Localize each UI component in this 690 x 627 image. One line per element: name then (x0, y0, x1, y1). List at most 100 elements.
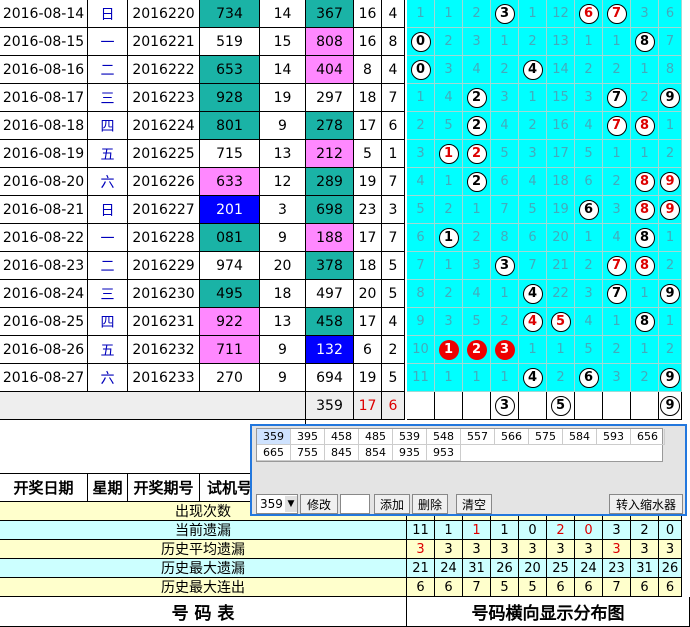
trial-cell: 495 (200, 280, 260, 308)
stat-value: 26 (491, 559, 519, 578)
trial-cell: 974 (200, 252, 260, 280)
number-option[interactable]: 953 (427, 445, 461, 461)
stat-value: 3 (435, 540, 463, 559)
number-option[interactable]: 584 (563, 429, 597, 445)
span-cell: 13 (260, 308, 306, 336)
dist-cell: 19 (547, 196, 575, 224)
hit-ball: 2 (466, 339, 487, 360)
dist-cell: 1 (575, 28, 603, 56)
issue-cell: 2016230 (128, 280, 200, 308)
odd-count-cell: 8 (382, 28, 405, 56)
add-button[interactable]: 添加 (374, 494, 410, 514)
dist-cell: 9 (407, 308, 435, 336)
dist-cell: 1 (631, 56, 659, 84)
date-cell: 2016-08-25 (0, 308, 88, 336)
number-option[interactable]: 935 (393, 445, 427, 461)
issue-cell: 2016222 (128, 56, 200, 84)
dist-cell: 1 (631, 336, 659, 364)
dist-cell: 17 (547, 140, 575, 168)
dist-cell: 1 (463, 364, 491, 392)
clear-button[interactable]: 清空 (456, 494, 492, 514)
number-option[interactable]: 539 (393, 429, 427, 445)
stat-value: 3 (603, 521, 631, 540)
transfer-to-shrinker-button[interactable]: 转入缩水器 (609, 494, 683, 514)
dist-cell: 7 (603, 112, 631, 140)
date-cell: 2016-08-22 (0, 224, 88, 252)
dist-cell: 8 (631, 28, 659, 56)
number-combo[interactable]: 359 ▼ (256, 494, 298, 514)
lottery-table: 2016-08-14 日 2016220 734 14 367 16 4 1 1 2 3 1 12 6 7 3 6… (0, 0, 690, 627)
forecast-ball: 9 (660, 395, 680, 416)
dist-cell: 6 (575, 364, 603, 392)
weekday-cell: 六 (88, 168, 128, 196)
number-option[interactable]: 854 (359, 445, 393, 461)
number-input[interactable] (340, 494, 370, 514)
number-option[interactable]: 593 (597, 429, 631, 445)
hit-ball: 6 (578, 199, 599, 220)
number-option[interactable]: 755 (291, 445, 325, 461)
dist-cell: 3 (491, 0, 519, 28)
number-option[interactable]: 566 (495, 429, 529, 445)
dist-cell: 1 (407, 84, 435, 112)
weekday-cell: 一 (88, 28, 128, 56)
issue-cell: 2016224 (128, 112, 200, 140)
hit-ball: 0 (410, 59, 431, 80)
footer-right: 号码横向显示分布图 (407, 597, 690, 627)
edit-button[interactable]: 修改 (300, 494, 338, 514)
delete-button[interactable]: 删除 (412, 494, 448, 514)
dist-cell: 22 (547, 280, 575, 308)
dist-cell: 2 (659, 252, 682, 280)
number-option[interactable]: 359 (257, 429, 291, 445)
dist-cell: 1 (603, 308, 631, 336)
issue-cell: 2016232 (128, 336, 200, 364)
dist-cell: 4 (463, 56, 491, 84)
number-option[interactable]: 395 (291, 429, 325, 445)
stat-value: 6 (547, 578, 575, 597)
sum-cell: 6 (354, 336, 382, 364)
sum-cell: 16 (354, 28, 382, 56)
dist-cell: 20 (547, 224, 575, 252)
number-option[interactable]: 458 (325, 429, 359, 445)
forecast-dist-cell (519, 392, 547, 420)
dist-cell: 1 (519, 336, 547, 364)
hit-ball: 4 (522, 59, 543, 80)
number-option[interactable]: 575 (529, 429, 563, 445)
dist-cell: 2 (435, 196, 463, 224)
number-option[interactable]: 656 (631, 429, 665, 445)
number-grid[interactable]: 359 395 458 485 539 548 557 566 575 584 593 656 665 7… (256, 428, 665, 462)
date-cell: 2016-08-16 (0, 56, 88, 84)
dist-cell: 8 (407, 280, 435, 308)
weekday-cell: 一 (88, 224, 128, 252)
trial-cell: 633 (200, 168, 260, 196)
dist-cell: 6 (491, 168, 519, 196)
number-option[interactable]: 548 (427, 429, 461, 445)
dist-cell: 9 (659, 280, 682, 308)
dist-cell: 1 (659, 112, 682, 140)
number-option[interactable]: 557 (461, 429, 495, 445)
sum-cell: 8 (354, 56, 382, 84)
stat-value: 31 (631, 559, 659, 578)
dist-cell: 0 (407, 28, 435, 56)
dist-cell: 2 (463, 224, 491, 252)
win-number-cell: 404 (306, 56, 354, 84)
dist-cell: 1 (519, 84, 547, 112)
stat-value: 3 (547, 540, 575, 559)
number-option[interactable]: 845 (325, 445, 359, 461)
combo-value: 359 (260, 497, 283, 511)
odd-count-cell: 7 (382, 84, 405, 112)
dist-cell: 7 (603, 280, 631, 308)
hit-ball: 5 (550, 311, 571, 332)
dist-cell: 4 (491, 112, 519, 140)
dist-cell: 1 (631, 140, 659, 168)
number-option[interactable]: 485 (359, 429, 393, 445)
chevron-down-icon[interactable]: ▼ (285, 496, 297, 512)
hit-ball: 2 (466, 171, 487, 192)
hit-ball: 2 (466, 143, 487, 164)
dist-cell: 1 (435, 224, 463, 252)
dist-cell: 2 (435, 280, 463, 308)
number-option[interactable]: 665 (257, 445, 291, 461)
win-number-cell: 694 (306, 364, 354, 392)
hit-ball: 8 (634, 199, 655, 220)
forecast-win: 359 (306, 392, 354, 420)
dist-cell: 2 (407, 112, 435, 140)
